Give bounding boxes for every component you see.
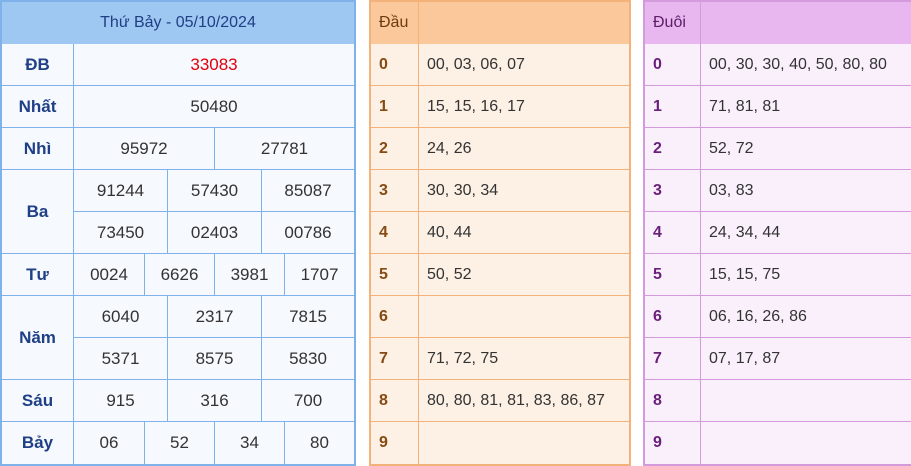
dau-values: 24, 26: [419, 128, 629, 170]
prize-value: 52: [145, 422, 215, 464]
results-table: Thứ Bảy - 05/10/2024 ĐB 33083 Nhất 50480…: [0, 0, 356, 466]
prize-label-fourth: Tư: [2, 254, 74, 296]
dau-values: 50, 52: [419, 254, 629, 296]
prize-value: 91244: [74, 170, 168, 212]
duoi-digit: 1: [645, 86, 701, 128]
dau-digit: 4: [371, 212, 419, 254]
dau-digit: 0: [371, 44, 419, 86]
prize-value: 57430: [168, 170, 262, 212]
prize-value: 6040: [74, 296, 168, 338]
dau-table: Đầu 0 00, 03, 06, 07 1 15, 15, 16, 17 2 24, 2…: [369, 0, 631, 466]
prize-value: 34: [215, 422, 285, 464]
prize-label-first: Nhất: [2, 86, 74, 128]
prize-value: 27781: [215, 128, 354, 170]
prize-value: 50480: [74, 86, 354, 128]
prize-value: 00786: [262, 212, 354, 254]
dau-digit: 5: [371, 254, 419, 296]
dau-values: 30, 30, 34: [419, 170, 629, 212]
prize-value: 700: [262, 380, 354, 422]
prize-label-seventh: Bảy: [2, 422, 74, 464]
prize-value: 33083: [74, 44, 354, 86]
prize-label-second: Nhì: [2, 128, 74, 170]
dau-header-blank: [419, 2, 629, 44]
prize-value: 8575: [168, 338, 262, 380]
prize-value: 73450: [74, 212, 168, 254]
prize-value: 1707: [285, 254, 354, 296]
results-title: Thứ Bảy - 05/10/2024: [2, 2, 354, 44]
prize-value: 5830: [262, 338, 354, 380]
dau-values: 40, 44: [419, 212, 629, 254]
prize-value: 3981: [215, 254, 285, 296]
prize-value: 95972: [74, 128, 215, 170]
prize-value: 02403: [168, 212, 262, 254]
duoi-digit: 5: [645, 254, 701, 296]
duoi-values: 52, 72: [701, 128, 911, 170]
prize-value: 915: [74, 380, 168, 422]
duoi-digit: 2: [645, 128, 701, 170]
prize-value: 2317: [168, 296, 262, 338]
duoi-digit: 6: [645, 296, 701, 338]
duoi-values: 24, 34, 44: [701, 212, 911, 254]
duoi-digit: 4: [645, 212, 701, 254]
prize-value: 6626: [145, 254, 215, 296]
duoi-header-blank: [701, 2, 911, 44]
dau-digit: 2: [371, 128, 419, 170]
prize-label-fifth: Năm: [2, 296, 74, 380]
dau-digit: 7: [371, 338, 419, 380]
prize-value: 5371: [74, 338, 168, 380]
duoi-table: Đuôi 0 00, 30, 30, 40, 50, 80, 80 1 71, 81,…: [643, 0, 911, 466]
prize-label-third: Ba: [2, 170, 74, 254]
dau-values: 15, 15, 16, 17: [419, 86, 629, 128]
prize-label-sixth: Sáu: [2, 380, 74, 422]
prize-value: 316: [168, 380, 262, 422]
dau-digit: 3: [371, 170, 419, 212]
dau-values: [419, 422, 629, 464]
duoi-values: 00, 30, 30, 40, 50, 80, 80: [701, 44, 911, 86]
prize-label-special: ĐB: [2, 44, 74, 86]
duoi-values: 03, 83: [701, 170, 911, 212]
prize-value: 85087: [262, 170, 354, 212]
duoi-header: Đuôi: [645, 2, 701, 44]
duoi-digit: 0: [645, 44, 701, 86]
duoi-values: 15, 15, 75: [701, 254, 911, 296]
dau-values: 80, 80, 81, 81, 83, 86, 87: [419, 380, 629, 422]
duoi-values: 71, 81, 81: [701, 86, 911, 128]
duoi-digit: 9: [645, 422, 701, 464]
dau-values: 00, 03, 06, 07: [419, 44, 629, 86]
dau-digit: 8: [371, 380, 419, 422]
dau-digit: 9: [371, 422, 419, 464]
prize-value: 7815: [262, 296, 354, 338]
duoi-digit: 3: [645, 170, 701, 212]
duoi-values: 07, 17, 87: [701, 338, 911, 380]
duoi-digit: 8: [645, 380, 701, 422]
prize-value: 06: [74, 422, 145, 464]
duoi-values: [701, 380, 911, 422]
duoi-values: 06, 16, 26, 86: [701, 296, 911, 338]
dau-digit: 1: [371, 86, 419, 128]
dau-values: [419, 296, 629, 338]
duoi-digit: 7: [645, 338, 701, 380]
dau-values: 71, 72, 75: [419, 338, 629, 380]
prize-value: 80: [310, 433, 329, 452]
dau-digit: 6: [371, 296, 419, 338]
prize-value: 0024: [74, 254, 145, 296]
duoi-values: [701, 422, 911, 464]
dau-header: Đầu: [371, 2, 419, 44]
